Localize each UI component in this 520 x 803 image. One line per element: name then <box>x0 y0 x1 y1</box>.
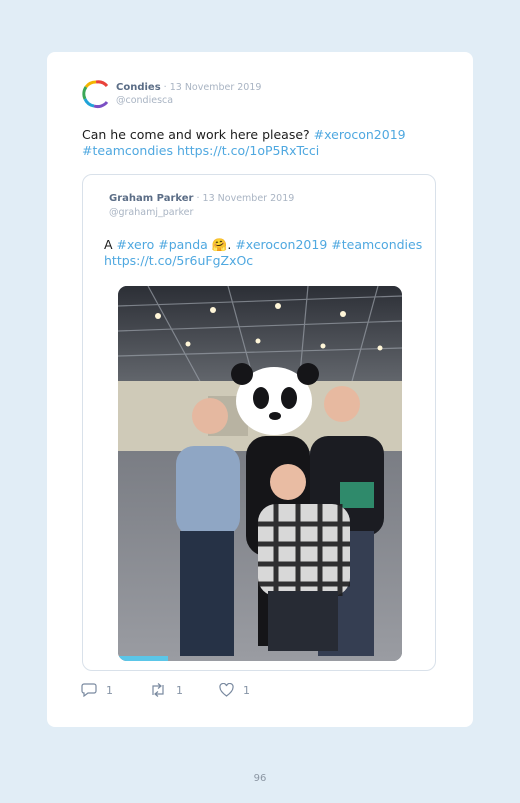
author-handle[interactable]: @condiesca <box>116 95 173 106</box>
hashtag-link[interactable]: #xerocon2019 <box>314 127 406 142</box>
tweet-card: Condies · 13 November 2019 @condiesca Ca… <box>47 52 473 727</box>
quoted-author[interactable]: Graham Parker · 13 November 2019 <box>109 193 294 204</box>
reply-count: 1 <box>106 683 113 697</box>
tweet-text: Can he come and work here please? #xeroc… <box>82 127 442 159</box>
hashtag-link[interactable]: #teamcondies <box>82 143 173 158</box>
retweet-count: 1 <box>176 683 183 697</box>
tweet-text-body: Can he come and work here please? <box>82 127 314 142</box>
condies-logo-icon[interactable] <box>81 79 111 109</box>
retweet-icon <box>152 683 164 697</box>
reply-icon <box>81 683 97 697</box>
quoted-text-prefix: A <box>104 237 117 252</box>
url-link[interactable]: https://t.co/5r6uFgZxOc <box>104 253 253 268</box>
hashtag-link[interactable]: #panda <box>158 237 208 252</box>
quoted-tweet[interactable]: Graham Parker · 13 November 2019 @graham… <box>82 174 436 671</box>
hug-emoji: 🤗 <box>211 237 228 252</box>
retweet-button[interactable]: 1 <box>149 682 183 698</box>
author-name[interactable]: Condies <box>116 82 161 93</box>
quoted-handle[interactable]: @grahamj_parker <box>109 207 193 218</box>
like-count: 1 <box>243 683 250 697</box>
quoted-text: A #xero #panda 🤗. #xerocon2019 #teamcond… <box>104 237 423 268</box>
heart-icon <box>219 683 234 697</box>
event-photo[interactable] <box>118 286 402 661</box>
tweet-date[interactable]: · 13 November 2019 <box>161 82 262 93</box>
event-photo-panda-mascot <box>118 286 402 661</box>
like-button[interactable]: 1 <box>219 682 250 698</box>
page-number: 96 <box>253 773 267 784</box>
reply-button[interactable]: 1 <box>81 682 113 698</box>
hashtag-link[interactable]: #xero <box>117 237 155 252</box>
url-link[interactable]: https://t.co/1oP5RxTcci <box>177 143 319 158</box>
quoted-author-name[interactable]: Graham Parker <box>109 193 194 204</box>
tweet-author[interactable]: Condies · 13 November 2019 <box>116 82 261 93</box>
hashtag-link[interactable]: #teamcondies <box>331 237 422 252</box>
quoted-date[interactable]: · 13 November 2019 <box>194 193 295 204</box>
hashtag-link[interactable]: #xerocon2019 <box>235 237 327 252</box>
